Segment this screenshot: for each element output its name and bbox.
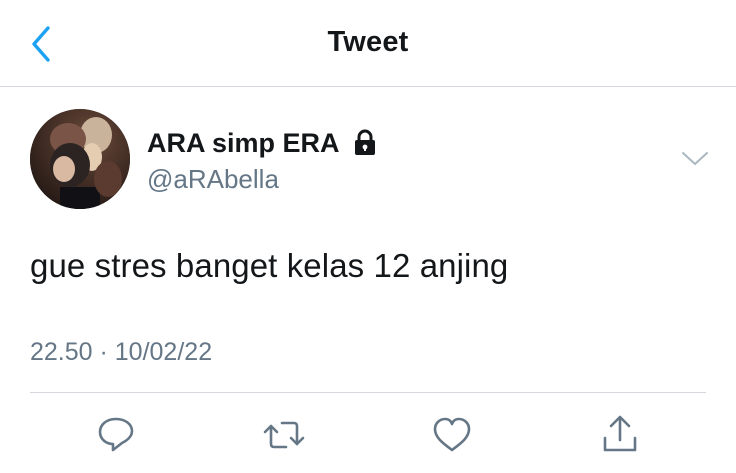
heart-icon [433, 417, 471, 452]
more-options-button[interactable] [680, 148, 710, 170]
navigation-header: Tweet [0, 0, 736, 87]
avatar[interactable] [30, 109, 130, 209]
retweet-icon [263, 421, 305, 449]
tweet-detail-screen: Tweet ARA simp ERA @aRAbella gue stres b… [0, 0, 736, 473]
lock-icon [354, 129, 375, 155]
chevron-down-icon [682, 152, 708, 165]
retweet-button[interactable] [262, 413, 306, 457]
like-button[interactable] [430, 413, 474, 457]
user-handle[interactable]: @aRAbella [147, 164, 279, 195]
display-name[interactable]: ARA simp ERA [147, 128, 340, 159]
reply-button[interactable] [94, 413, 138, 457]
avatar-photo [30, 109, 130, 209]
tweet-timestamp: 22.50 · 10/02/22 [30, 338, 213, 366]
divider [30, 392, 706, 393]
share-button[interactable] [598, 413, 642, 457]
author-name-row: ARA simp ERA [147, 126, 378, 160]
reply-icon [98, 417, 134, 452]
share-icon [603, 415, 637, 452]
page-title: Tweet [327, 26, 409, 58]
tweet-text: gue stres banget kelas 12 anjing [30, 247, 509, 284]
